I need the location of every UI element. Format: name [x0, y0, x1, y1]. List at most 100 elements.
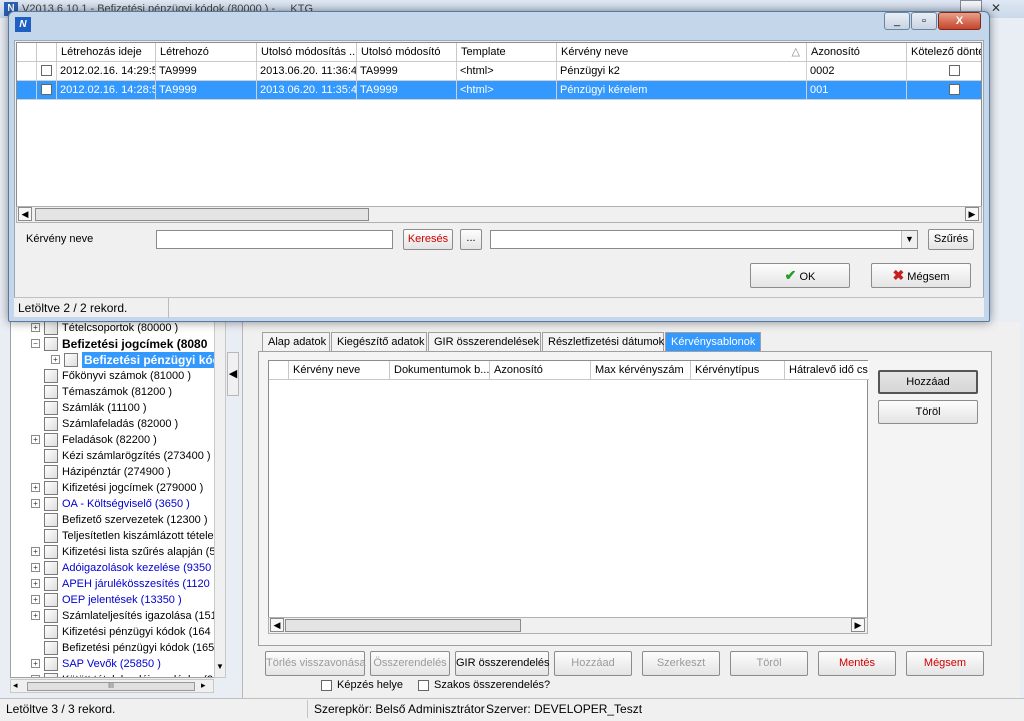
expand-icon[interactable]: +: [31, 323, 40, 332]
mandatory-checkbox[interactable]: [949, 65, 960, 76]
tree-item[interactable]: Témaszámok (81200 ): [11, 384, 223, 400]
tree-item[interactable]: + Kifizetési lista szűrés alapján (5: [11, 544, 223, 560]
tree-item[interactable]: + OA - Költségviselő (3650 ): [11, 496, 223, 512]
expand-icon[interactable]: +: [31, 483, 40, 492]
column-header[interactable]: Azonosító: [490, 361, 591, 380]
table-row[interactable]: 2012.02.16. 14:29:5 TA9999 2013.06.20. 1…: [17, 62, 981, 81]
scroll-left-arrow-icon[interactable]: ◀: [270, 618, 284, 632]
tree-item[interactable]: + APEH járulékösszesítés (1120: [11, 576, 223, 592]
row-checkbox-cell[interactable]: [37, 81, 57, 100]
dialog-cancel-button[interactable]: ✖ Mégsem: [871, 263, 971, 288]
row-checkbox[interactable]: [41, 84, 52, 95]
hscroll-thumb[interactable]: [35, 208, 369, 221]
filter-button[interactable]: Szűrés: [928, 229, 974, 250]
dialog-close-button[interactable]: X: [938, 12, 981, 30]
row-checkbox-cell[interactable]: [37, 62, 57, 81]
mandatory-cell[interactable]: [907, 62, 981, 81]
templates-grid-hscrollbar[interactable]: ◀ ▶: [268, 617, 868, 634]
tree-item[interactable]: Befizetési pénzügyi kódok (165: [11, 640, 223, 656]
column-header[interactable]: Azonosító: [807, 43, 907, 62]
tab-reszletfizetesi-datumok[interactable]: Részletfizetési dátumok: [542, 332, 664, 352]
scroll-right-arrow-icon[interactable]: ▶: [851, 618, 865, 632]
scroll-right-arrow-icon[interactable]: ▸: [201, 680, 206, 691]
dialog-maximize-button[interactable]: ▫: [911, 12, 937, 30]
tree-horizontal-scrollbar[interactable]: ◂ III ▸: [10, 679, 214, 693]
tree-item[interactable]: Kifizetési pénzügyi kódok (164: [11, 624, 223, 640]
template-name-input[interactable]: [156, 230, 393, 249]
expand-icon[interactable]: +: [31, 563, 40, 572]
scroll-left-arrow-icon[interactable]: ◂: [13, 680, 18, 691]
expand-icon[interactable]: +: [31, 499, 40, 508]
gir-assign-button[interactable]: GIR összerendelés: [455, 651, 550, 676]
tab-alap-adatok[interactable]: Alap adatok: [262, 332, 330, 352]
collapse-panel-button[interactable]: ◀: [227, 352, 239, 396]
templates-grid[interactable]: Kérvény neve Dokumentumok b... Azonosító…: [268, 360, 869, 634]
tree-item[interactable]: + SAP Vevők (25850 ): [11, 656, 223, 672]
delete-button[interactable]: Töröl: [730, 651, 808, 676]
column-header[interactable]: Létrehozás ideje: [57, 43, 156, 62]
tree-item[interactable]: Befizető szervezetek (12300 ): [11, 512, 223, 528]
hscroll-thumb[interactable]: [285, 619, 521, 632]
tree-item[interactable]: + Befizetési pénzügyi kód: [11, 352, 223, 368]
scroll-left-arrow-icon[interactable]: ◀: [18, 207, 32, 221]
expand-icon[interactable]: +: [31, 547, 40, 556]
tree-item[interactable]: Számlafeladás (82000 ): [11, 416, 223, 432]
search-button[interactable]: Keresés: [403, 229, 453, 250]
assign-button[interactable]: Összerendelés: [370, 651, 450, 676]
tab-kervenysablonok[interactable]: Kérvénysablonok: [665, 332, 761, 352]
tree-item[interactable]: Kézi számlarögzítés (273400 ): [11, 448, 223, 464]
tree-item[interactable]: + Feladások (82200 ): [11, 432, 223, 448]
tree-item[interactable]: + OEP jelentések (13350 ): [11, 592, 223, 608]
expand-icon[interactable]: +: [31, 659, 40, 668]
scroll-right-arrow-icon[interactable]: ▶: [965, 207, 979, 221]
cancel-button[interactable]: Mégsem: [906, 651, 984, 676]
dialog-minimize-button[interactable]: _: [884, 12, 910, 30]
column-header[interactable]: Létrehozó: [156, 43, 257, 62]
mandatory-checkbox[interactable]: [949, 84, 960, 95]
expand-icon[interactable]: +: [31, 675, 40, 677]
templates-list-hscrollbar[interactable]: ◀ ▶: [16, 206, 982, 223]
column-header-sorted[interactable]: Kérvény neve △: [557, 43, 807, 62]
save-button[interactable]: Mentés: [818, 651, 896, 676]
column-header[interactable]: Template: [457, 43, 557, 62]
expand-icon[interactable]: +: [51, 355, 60, 364]
tree-item[interactable]: + Adóigazolások kezelése (9350: [11, 560, 223, 576]
column-header[interactable]: Kötelező döntés: [907, 43, 981, 62]
expand-icon[interactable]: +: [31, 595, 40, 604]
navigation-tree[interactable]: + Tételcsoportok (80000 ) − Befizetési jogc…: [10, 318, 224, 678]
mandatory-cell[interactable]: [907, 81, 981, 100]
tree-item[interactable]: + Tételcsoportok (80000 ): [11, 320, 223, 336]
tree-item[interactable]: Számlák (11100 ): [11, 400, 223, 416]
column-header[interactable]: Max kérvényszám: [591, 361, 691, 380]
column-header[interactable]: Utolsó módosító: [357, 43, 457, 62]
expand-icon[interactable]: +: [31, 579, 40, 588]
expand-icon[interactable]: +: [31, 611, 40, 620]
undo-delete-button[interactable]: Törlés visszavonása: [265, 651, 366, 676]
chevron-down-icon[interactable]: ▼: [901, 231, 917, 248]
tree-item[interactable]: + Számlateljesítés igazolása (151: [11, 608, 223, 624]
delete-template-button[interactable]: Töröl: [878, 400, 978, 424]
templates-list-grid[interactable]: Létrehozás ideje Létrehozó Utolsó módosí…: [16, 42, 982, 208]
training-place-checkbox[interactable]: [321, 680, 332, 691]
major-assign-checkbox[interactable]: [418, 680, 429, 691]
ok-button[interactable]: ✔ OK: [750, 263, 850, 288]
tree-item[interactable]: Főkönyvi számok (81000 ): [11, 368, 223, 384]
column-header[interactable]: Hátralevő idő cs: [785, 361, 869, 380]
table-row-selected[interactable]: 2012.02.16. 14:28:5 TA9999 2013.06.20. 1…: [17, 81, 981, 100]
tree-item[interactable]: Házipénztár (274900 ): [11, 464, 223, 480]
tab-kiegeszito-adatok[interactable]: Kiegészítő adatok: [331, 332, 427, 352]
expand-icon[interactable]: +: [31, 435, 40, 444]
add-template-button[interactable]: Hozzáad: [878, 370, 978, 394]
tree-vertical-scrollbar[interactable]: ▼: [214, 318, 226, 678]
column-header[interactable]: Dokumentumok b...: [390, 361, 490, 380]
column-header[interactable]: Utolsó módosítás ...: [257, 43, 357, 62]
tree-item[interactable]: + Kifizetési jogcímek (279000 ): [11, 480, 223, 496]
ellipsis-button[interactable]: ...: [460, 229, 482, 250]
tree-item[interactable]: Teljesítetlen kiszámlázott tétele: [11, 528, 223, 544]
edit-button[interactable]: Szerkeszt: [642, 651, 720, 676]
scroll-down-arrow-icon[interactable]: ▼: [216, 662, 224, 671]
tree-item[interactable]: − Befizetési jogcímek (8080: [11, 336, 223, 352]
filter-dropdown[interactable]: ▼: [490, 230, 918, 249]
column-header[interactable]: Kérvény neve: [289, 361, 390, 380]
add-button[interactable]: Hozzáad: [554, 651, 632, 676]
